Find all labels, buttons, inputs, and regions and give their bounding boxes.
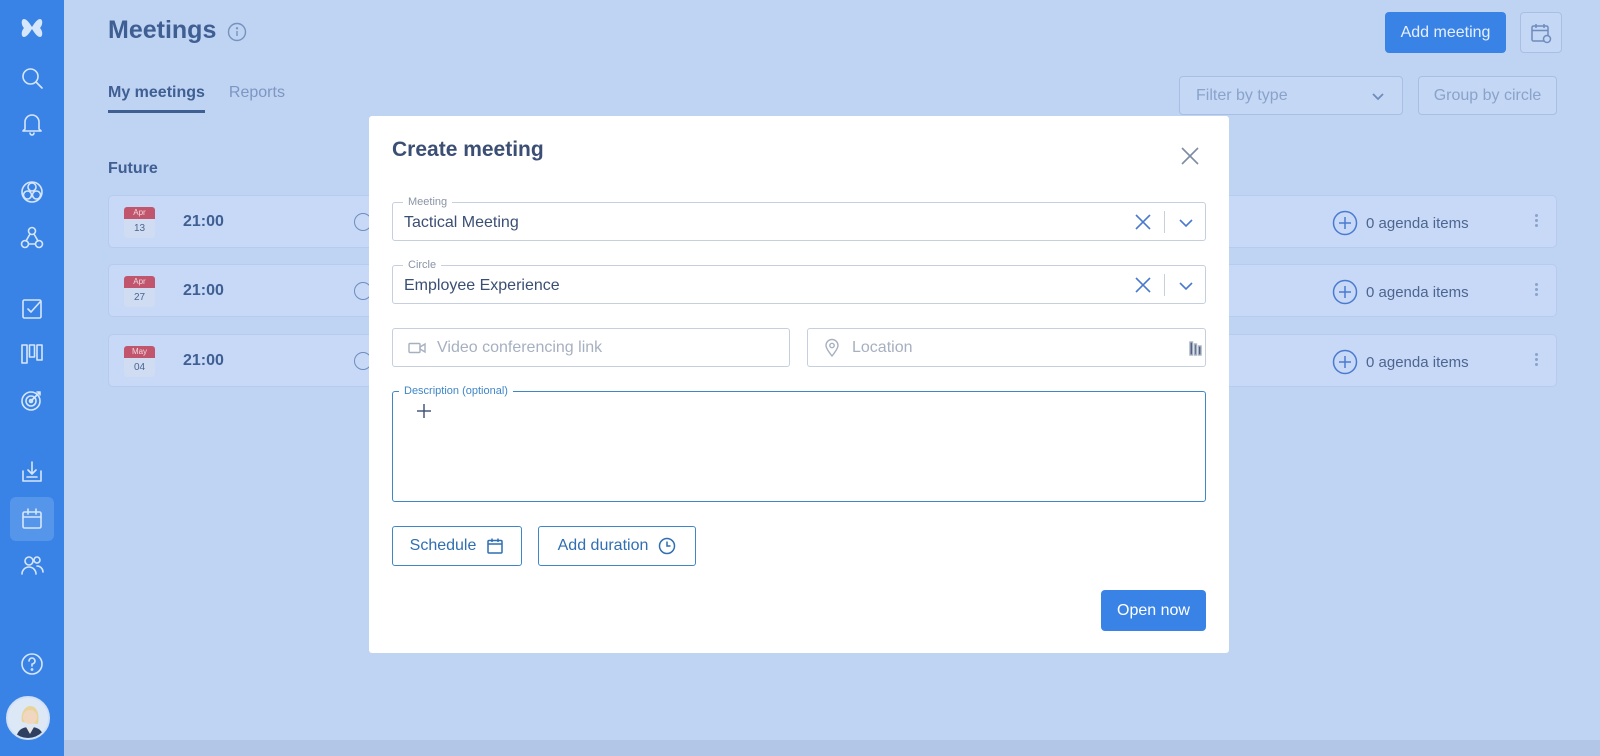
kebab-menu-icon[interactable]	[1533, 351, 1539, 373]
agenda-items[interactable]: 0 agenda items	[1332, 210, 1469, 236]
meeting-select[interactable]: Meeting Tactical Meeting	[392, 195, 1206, 241]
filter-by-type-select[interactable]: Filter by type	[1179, 76, 1403, 115]
tab-reports[interactable]: Reports	[229, 84, 285, 113]
date-day: 04	[133, 362, 146, 373]
add-meeting-button[interactable]: Add meeting	[1385, 12, 1506, 53]
clear-icon[interactable]	[1133, 212, 1153, 232]
add-duration-button[interactable]: Add duration	[538, 526, 696, 566]
date-month: Apr	[124, 276, 155, 288]
calendar-icon[interactable]	[10, 497, 54, 541]
description-editor[interactable]: Description (optional)	[392, 384, 1206, 502]
add-circle-icon	[1332, 279, 1358, 305]
bottom-shade	[64, 740, 1600, 756]
schedule-label: Schedule	[409, 537, 477, 554]
kebab-menu-icon[interactable]	[1533, 212, 1539, 234]
page-title: Meetings	[108, 16, 217, 44]
date-badge: May 04	[124, 346, 155, 377]
tab-bar: My meetings Reports	[108, 84, 285, 113]
agenda-count: 0 agenda items	[1366, 214, 1469, 232]
info-icon[interactable]	[227, 22, 247, 42]
location-pin-icon	[825, 338, 839, 357]
board-icon[interactable]	[10, 332, 54, 376]
avatar[interactable]	[6, 696, 50, 740]
circles-icon[interactable]	[10, 170, 54, 214]
add-circle-icon	[1332, 349, 1358, 375]
divider	[1164, 211, 1165, 233]
calendar-sync-button[interactable]	[1520, 12, 1562, 53]
group-by-circle-button[interactable]: Group by circle	[1418, 76, 1557, 115]
filter-by-type-label: Filter by type	[1196, 86, 1288, 104]
kebab-menu-icon[interactable]	[1533, 281, 1539, 303]
search-icon[interactable]	[10, 56, 54, 100]
people-icon[interactable]	[10, 543, 54, 587]
date-badge: Apr 27	[124, 276, 155, 307]
agenda-count: 0 agenda items	[1366, 283, 1469, 301]
close-icon[interactable]	[1180, 146, 1200, 166]
inbox-icon[interactable]	[10, 450, 54, 494]
meeting-value: Tactical Meeting	[404, 214, 519, 231]
logo-icon[interactable]	[10, 6, 54, 50]
chevron-down-icon[interactable]	[1177, 277, 1195, 295]
meeting-time: 21:00	[183, 352, 224, 369]
description-legend: Description (optional)	[399, 384, 513, 398]
calendar-sync-icon	[1531, 23, 1552, 43]
date-day: 27	[133, 292, 146, 303]
meeting-legend: Meeting	[403, 195, 453, 209]
create-meeting-dialog: Create meeting Meeting Tactical Meeting …	[369, 116, 1229, 653]
agenda-items[interactable]: 0 agenda items	[1332, 279, 1469, 305]
date-badge: Apr 13	[124, 207, 155, 238]
schedule-button[interactable]: Schedule	[392, 526, 522, 566]
add-circle-icon	[1332, 210, 1358, 236]
extension-icon[interactable]	[1189, 340, 1203, 357]
help-icon[interactable]	[10, 642, 54, 686]
circle-select[interactable]: Circle Employee Experience	[392, 258, 1206, 304]
sidebar	[0, 0, 64, 756]
circle-value: Employee Experience	[404, 277, 560, 294]
meeting-time: 21:00	[183, 213, 224, 230]
video-link-field[interactable]	[392, 328, 790, 367]
location-field[interactable]	[807, 328, 1206, 367]
dialog-title: Create meeting	[392, 138, 544, 161]
video-link-input[interactable]	[437, 338, 737, 357]
chevron-down-icon[interactable]	[1177, 214, 1195, 232]
date-month: Apr	[124, 207, 155, 219]
calendar-icon	[487, 538, 504, 554]
date-day: 13	[133, 223, 146, 234]
location-input[interactable]	[852, 338, 1152, 357]
divider	[1164, 274, 1165, 296]
video-camera-icon	[408, 342, 426, 353]
tab-my-meetings[interactable]: My meetings	[108, 84, 205, 113]
bell-icon[interactable]	[10, 102, 54, 146]
meeting-time: 21:00	[183, 282, 224, 299]
agenda-items[interactable]: 0 agenda items	[1332, 349, 1469, 375]
date-month: May	[124, 346, 155, 358]
roles-icon[interactable]	[10, 216, 54, 260]
plus-icon[interactable]	[415, 402, 433, 420]
circle-legend: Circle	[403, 258, 442, 272]
target-icon[interactable]	[10, 378, 54, 422]
chevron-down-icon	[1372, 92, 1384, 100]
agenda-count: 0 agenda items	[1366, 353, 1469, 371]
add-duration-label: Add duration	[557, 537, 649, 554]
open-now-button[interactable]: Open now	[1101, 590, 1206, 631]
clock-icon	[659, 537, 676, 555]
checkbox-icon[interactable]	[10, 287, 54, 331]
clear-icon[interactable]	[1133, 275, 1153, 295]
section-label-future: Future	[108, 160, 158, 177]
